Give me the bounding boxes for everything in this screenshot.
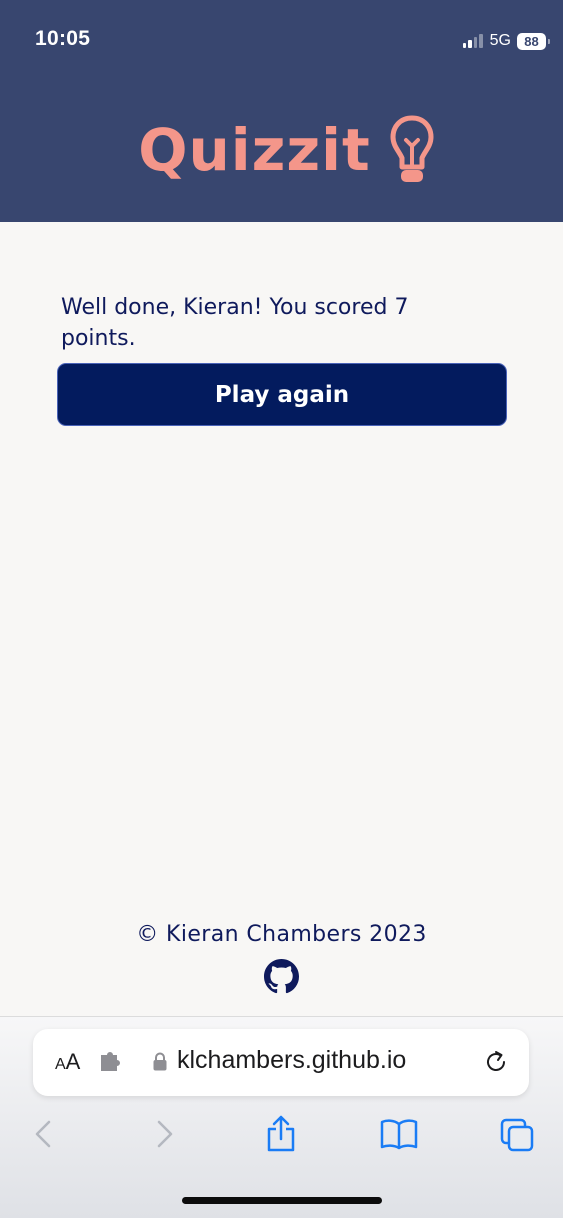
logo[interactable]: Quizzit xyxy=(0,110,563,190)
address-bar[interactable]: AA klchambers.github.io xyxy=(33,1029,529,1096)
signal-icon xyxy=(462,34,483,48)
extensions-icon[interactable] xyxy=(99,1051,123,1073)
status-icons: 5G 88 xyxy=(462,31,550,51)
lock-icon xyxy=(153,1052,167,1071)
home-indicator xyxy=(182,1197,382,1204)
play-again-button[interactable]: Play again xyxy=(57,363,507,426)
lightbulb-icon xyxy=(390,115,434,182)
text-size-button[interactable]: AA xyxy=(55,1049,80,1075)
footer-copyright: © Kieran Chambers 2023 xyxy=(136,922,427,947)
reload-icon[interactable] xyxy=(483,1049,509,1075)
bookmarks-icon[interactable] xyxy=(380,1118,418,1150)
logo-text: Quizzit xyxy=(138,116,371,184)
battery-level: 88 xyxy=(524,33,539,49)
result-message: Well done, Kieran! You scored 7 points. xyxy=(61,295,409,351)
status-time: 10:05 xyxy=(35,27,91,50)
battery-icon: 88 xyxy=(517,32,550,50)
github-icon[interactable] xyxy=(264,959,299,994)
share-icon[interactable] xyxy=(266,1115,296,1153)
tabs-icon[interactable] xyxy=(499,1117,535,1153)
forward-icon[interactable] xyxy=(154,1119,176,1149)
network-type: 5G xyxy=(489,32,511,49)
back-icon[interactable] xyxy=(32,1119,54,1149)
url-text[interactable]: klchambers.github.io xyxy=(177,1046,406,1075)
app-header: 10:05 5G 88 Quizzit xyxy=(0,0,563,222)
